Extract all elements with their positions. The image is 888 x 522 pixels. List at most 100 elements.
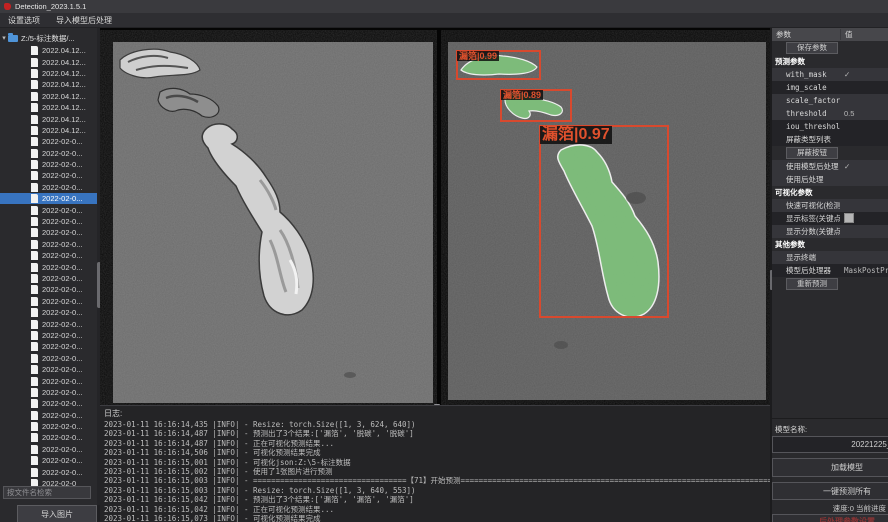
param-row[interactable]: 屏蔽类型列表 <box>772 133 888 146</box>
tree-item[interactable]: 2022-02-0... <box>0 261 97 272</box>
param-label: 显示终端 <box>772 252 840 263</box>
tree-item[interactable]: 2022-02-0... <box>0 410 97 421</box>
postprocess-settings-button[interactable]: 后处理参数设置 <box>772 514 888 522</box>
import-image-button[interactable]: 导入图片 <box>17 505 97 522</box>
model-name-field[interactable]: 20221225_174813 <box>772 436 888 453</box>
app-logo-icon <box>4 3 11 10</box>
tree-item[interactable]: 2022-02-0... <box>0 284 97 295</box>
tree-item[interactable]: 2022.04.12... <box>0 68 97 79</box>
tree-item[interactable]: 2022-02-0... <box>0 159 97 170</box>
tree-item-label: 2022-02-0... <box>42 137 82 146</box>
predict-all-button[interactable]: 一键预测所有 <box>772 482 888 500</box>
tree-item[interactable]: 2022-02-0... <box>0 398 97 409</box>
param-value: 0.5 <box>840 109 888 118</box>
file-icon <box>31 377 38 386</box>
param-button[interactable]: 重新预测 <box>786 278 838 290</box>
tree-item-label: 2022-02-0... <box>42 217 82 226</box>
param-row[interactable]: 显示分数(关键点) <box>772 225 888 238</box>
param-row[interactable]: with_mask✓ <box>772 68 888 81</box>
param-label: img_scale <box>772 83 840 92</box>
param-label: 显示标签(关键点) <box>772 213 840 224</box>
load-model-button[interactable]: 加载模型 <box>772 458 888 477</box>
tree-item-label: 2022-02-0... <box>42 149 82 158</box>
tree-root-folder[interactable]: ▾ Z:/5-标注数据/... <box>0 32 97 44</box>
param-button-row: 保存参数 <box>772 41 888 55</box>
checkbox[interactable] <box>844 213 854 223</box>
tree-item[interactable]: 2022-02-0... <box>0 227 97 238</box>
tree-item[interactable]: 2022.04.12... <box>0 102 97 113</box>
log-lines: 2023-01-11 16:16:14,435 |INFO| - Resize:… <box>104 420 770 522</box>
param-row[interactable]: 模型后处理器MaskPostPro <box>772 264 888 277</box>
tree-item[interactable]: 2022-02-0... <box>0 193 97 204</box>
log-title: 日志: <box>104 408 770 419</box>
tree-item[interactable]: 2022-02-0... <box>0 364 97 375</box>
tree-item[interactable]: 2022-02-0... <box>0 170 97 181</box>
tree-item-label: 2022.04.12... <box>42 46 86 55</box>
param-section[interactable]: 其他参数 <box>772 238 888 251</box>
tree-item[interactable]: 2022-02-0... <box>0 273 97 284</box>
tree-item[interactable]: 2022-02-0... <box>0 204 97 215</box>
tree-item[interactable]: 2022-02-0... <box>0 353 97 364</box>
file-icon <box>31 388 38 397</box>
tree-item[interactable]: 2022-02-0... <box>0 387 97 398</box>
speed-progress-text: 速度:0 当前进度 <box>772 503 886 514</box>
file-icon <box>31 422 38 431</box>
param-value <box>840 213 888 225</box>
file-icon <box>31 251 38 260</box>
tree-item[interactable]: 2022-02-0... <box>0 216 97 227</box>
param-row[interactable]: threshold0.5 <box>772 107 888 120</box>
tree-item[interactable]: 2022.04.12... <box>0 113 97 124</box>
param-row[interactable]: 显示终端 <box>772 251 888 264</box>
tree-item[interactable]: 2022-02-0... <box>0 444 97 455</box>
tree-item-label: 2022-02-0... <box>42 206 82 215</box>
tree-item[interactable]: 2022.04.12... <box>0 79 97 90</box>
file-tree-panel: ▾ Z:/5-标注数据/... 2022.04.12...2022.04.12.… <box>0 28 97 522</box>
tree-item[interactable]: 2022-02-0... <box>0 455 97 466</box>
param-row[interactable]: 快速可视化(检测) <box>772 199 888 212</box>
tree-item[interactable]: 2022-02-0... <box>0 375 97 386</box>
param-button[interactable]: 屏蔽按钮 <box>786 147 838 159</box>
param-section[interactable]: 可视化参数 <box>772 186 888 199</box>
file-icon <box>31 433 38 442</box>
tree-item[interactable]: 2022.04.12... <box>0 45 97 56</box>
param-button[interactable]: 保存参数 <box>786 42 838 54</box>
caret-down-icon[interactable]: ▾ <box>0 34 8 42</box>
param-label: 显示分数(关键点) <box>772 226 840 237</box>
param-label: 使用后处理 <box>772 174 840 185</box>
tree-item[interactable]: 2022-02-0... <box>0 182 97 193</box>
param-value: MaskPostPro <box>840 266 888 275</box>
file-icon <box>31 411 38 420</box>
tree-item[interactable]: 2022.04.12... <box>0 125 97 136</box>
tree-item[interactable]: 2022-02-0... <box>0 341 97 352</box>
param-row[interactable]: 使用后处理 <box>772 173 888 186</box>
tree-item[interactable]: 2022-02-0... <box>0 432 97 443</box>
param-row[interactable]: iou_threshold <box>772 120 888 133</box>
menu-item-import-postprocess[interactable]: 导入模型后处理 <box>48 15 120 26</box>
tree-item-label: 2022-02-0... <box>42 274 82 283</box>
tree-item[interactable]: 2022-02-0... <box>0 421 97 432</box>
tree-item[interactable]: 2022-02-0... <box>0 136 97 147</box>
log-panel[interactable]: 日志: 2023-01-11 16:16:14,435 |INFO| - Res… <box>100 405 770 522</box>
tree-item-label: 2022-02-0... <box>42 285 82 294</box>
menu-item-settings[interactable]: 设置选项 <box>0 15 48 26</box>
param-section[interactable]: 预测参数 <box>772 55 888 68</box>
tree-item-label: 2022.04.12... <box>42 69 86 78</box>
tree-item[interactable]: 2022-02-0... <box>0 307 97 318</box>
title-bar[interactable]: Detection_2023.1.5.1 <box>0 0 888 13</box>
tree-item[interactable]: 2022-02-0... <box>0 318 97 329</box>
search-input[interactable] <box>3 486 91 499</box>
tree-item[interactable]: 2022-02-0... <box>0 296 97 307</box>
tree-item[interactable]: 2022-02-0... <box>0 466 97 477</box>
tree-item[interactable]: 2022-02-0... <box>0 250 97 261</box>
detection-label: 漏箔|0.97 <box>540 126 612 144</box>
tree-item[interactable]: 2022.04.12... <box>0 91 97 102</box>
tree-item[interactable]: 2022-02-0... <box>0 148 97 159</box>
param-row[interactable]: img_scale <box>772 81 888 94</box>
tree-item[interactable]: 2022-02-0... <box>0 330 97 341</box>
tree-item[interactable]: 2022.04.12... <box>0 56 97 67</box>
param-row[interactable]: 使用模型后处理✓ <box>772 160 888 173</box>
param-row[interactable]: scale_factor <box>772 94 888 107</box>
param-row[interactable]: 显示标签(关键点) <box>772 212 888 225</box>
tree-item[interactable]: 2022-02-0... <box>0 239 97 250</box>
file-icon <box>31 468 38 477</box>
